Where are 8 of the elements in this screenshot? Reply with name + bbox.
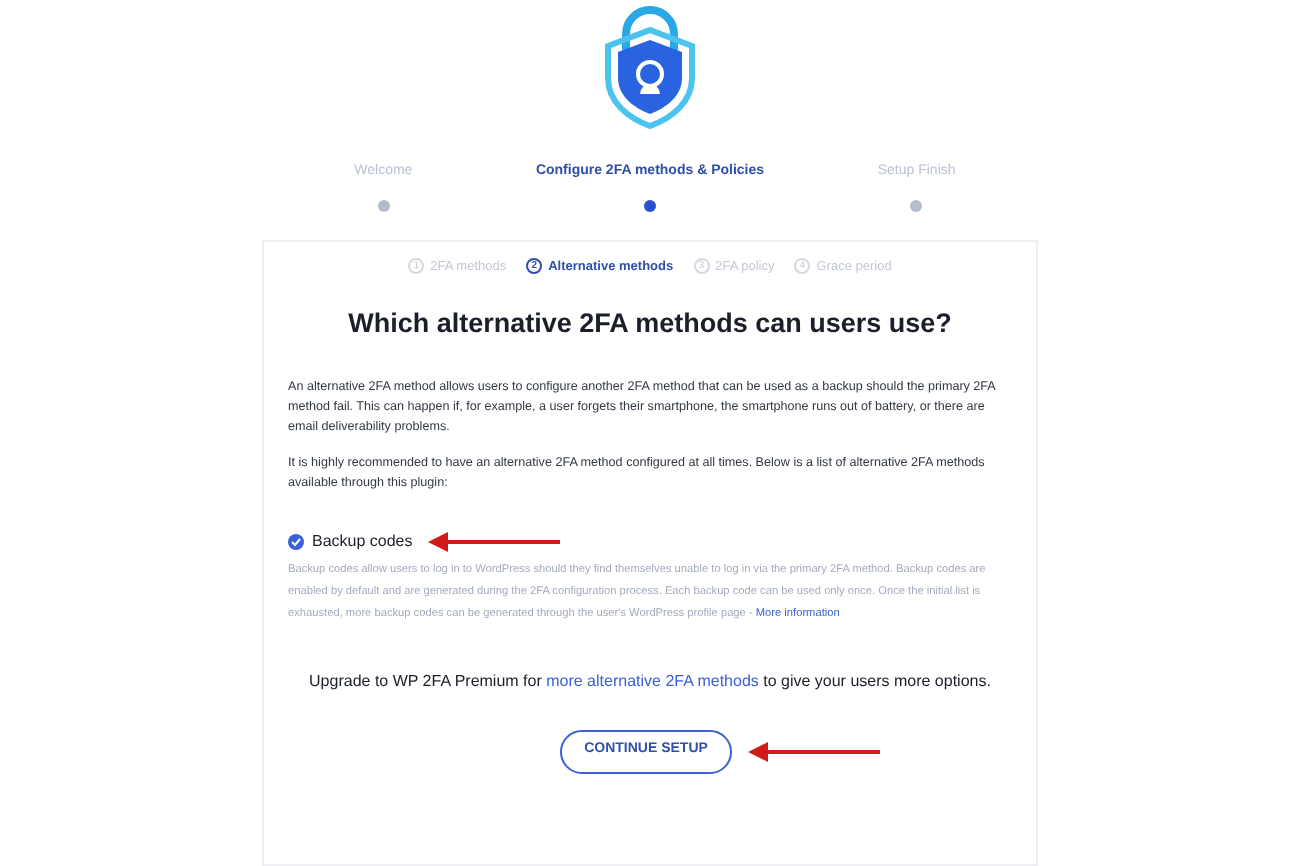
shield-logo-icon — [600, 6, 700, 130]
upgrade-text: Upgrade to WP 2FA Premium for more alternative 2FA methods to give your users more options. — [309, 669, 991, 693]
checkbox[interactable] — [288, 533, 304, 549]
arrow-annotation — [748, 741, 880, 761]
method-label: Backup codes — [312, 529, 413, 553]
page-heading: Which alternative 2FA methods can users use? — [348, 306, 952, 343]
upgrade-link[interactable]: more alternative 2FA methods — [546, 671, 759, 689]
arrow-annotation — [428, 531, 561, 551]
